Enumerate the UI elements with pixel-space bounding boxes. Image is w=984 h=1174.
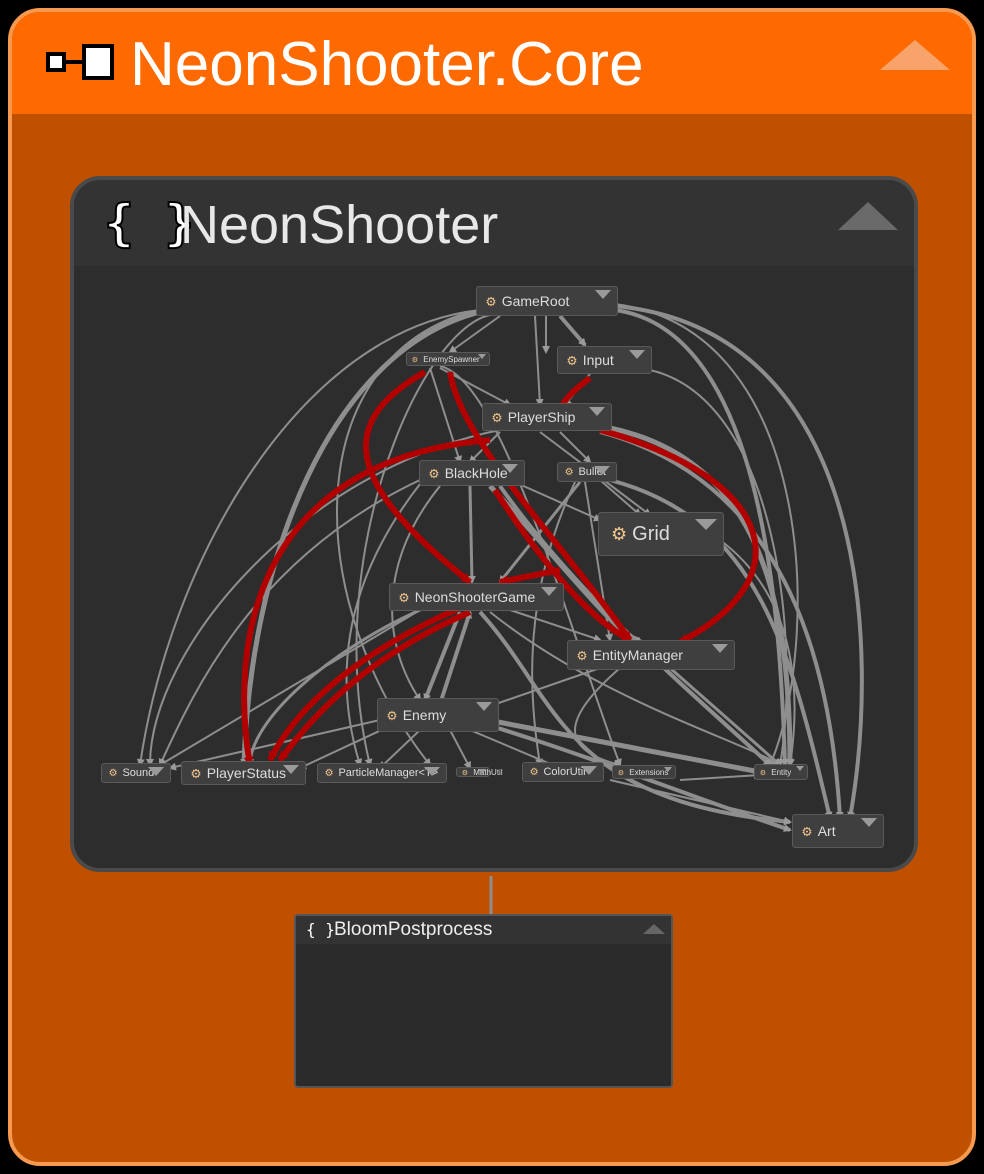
- class-node-label: PlayerShip: [507, 409, 576, 425]
- class-node-neonshootergame[interactable]: ⚙ NeonShooterGame: [389, 583, 564, 611]
- class-node-label: EnemySpawner: [423, 354, 480, 364]
- class-icon: ⚙: [491, 410, 503, 425]
- chevron-down-icon[interactable]: [594, 466, 610, 475]
- namespace-title: BloomPostprocess: [334, 919, 493, 940]
- class-node-label: BlackHole: [444, 465, 508, 481]
- class-icon: ⚙: [759, 767, 767, 777]
- class-node-grid[interactable]: ⚙ Grid: [598, 512, 724, 556]
- class-icon: ⚙: [801, 824, 813, 839]
- class-icon: ⚙: [411, 354, 419, 364]
- class-node-particlemanager[interactable]: ⚙ ParticleManager<T>: [317, 763, 447, 783]
- chevron-down-icon[interactable]: [629, 350, 645, 359]
- braces-icon: { }: [306, 920, 335, 939]
- class-node-enemy[interactable]: ⚙ Enemy: [377, 698, 499, 732]
- class-node-label: Enemy: [402, 707, 447, 723]
- chevron-down-icon[interactable]: [283, 765, 299, 774]
- class-node-colorutil[interactable]: ⚙ ColorUtil: [522, 762, 604, 782]
- chevron-down-icon[interactable]: [502, 464, 518, 473]
- class-icon: ⚙: [108, 767, 118, 779]
- class-node-label: GameRoot: [501, 293, 570, 309]
- class-node-label: Art: [817, 823, 836, 839]
- class-node-input[interactable]: ⚙ Input: [557, 346, 652, 374]
- class-node-label: NeonShooterGame: [414, 589, 536, 605]
- namespace-bloompostprocess: { } BloomPostprocess: [294, 914, 673, 1088]
- class-node-extensions[interactable]: ⚙ Extensions: [612, 765, 676, 779]
- class-node-playership[interactable]: ⚙ PlayerShip: [482, 403, 612, 431]
- class-icon: ⚙: [485, 294, 497, 309]
- class-node-blackhole[interactable]: ⚙ BlackHole: [419, 460, 525, 486]
- chevron-down-icon[interactable]: [861, 818, 877, 827]
- class-node-label: EntityManager: [592, 647, 683, 663]
- class-icon: ⚙: [576, 648, 588, 663]
- class-icon: ⚙: [564, 466, 574, 478]
- chevron-down-icon[interactable]: [478, 769, 486, 774]
- chevron-down-icon[interactable]: [148, 767, 164, 776]
- class-node-label: ColorUtil: [543, 766, 586, 778]
- class-node-art[interactable]: ⚙ Art: [792, 814, 884, 848]
- class-icon: ⚙: [324, 767, 334, 779]
- class-icon: ⚙: [461, 767, 469, 777]
- chevron-down-icon[interactable]: [796, 766, 804, 771]
- class-node-entitymanager[interactable]: ⚙ EntityManager: [567, 640, 735, 670]
- chevron-down-icon[interactable]: [664, 767, 672, 772]
- chevron-down-icon[interactable]: [589, 407, 605, 416]
- class-node-bullet[interactable]: ⚙ Bullet: [557, 462, 617, 482]
- class-node-label: Extensions: [629, 767, 669, 777]
- class-node-label: Input: [582, 352, 614, 368]
- class-icon: ⚙: [611, 523, 628, 544]
- class-node-entity[interactable]: ⚙ Entity: [754, 764, 808, 780]
- chevron-down-icon[interactable]: [595, 290, 611, 299]
- chevron-down-icon[interactable]: [581, 766, 597, 775]
- class-icon: ⚙: [428, 466, 440, 481]
- class-icon: ⚙: [617, 767, 625, 777]
- class-icon: ⚙: [566, 353, 578, 368]
- class-icon: ⚙: [529, 766, 539, 778]
- class-node-label: PlayerStatus: [206, 765, 287, 781]
- class-node-playerstatus[interactable]: ⚙ PlayerStatus: [181, 761, 306, 785]
- class-node-sound[interactable]: ⚙ Sound: [101, 763, 171, 783]
- chevron-down-icon[interactable]: [476, 702, 492, 711]
- class-node-label: Grid: [632, 522, 670, 545]
- class-node-enemyspawner[interactable]: ⚙ EnemySpawner: [406, 352, 490, 366]
- chevron-down-icon[interactable]: [424, 767, 440, 776]
- chevron-down-icon[interactable]: [478, 354, 486, 359]
- class-node-gameroot[interactable]: ⚙ GameRoot: [476, 286, 618, 316]
- chevron-down-icon[interactable]: [712, 644, 728, 653]
- class-icon: ⚙: [386, 708, 398, 723]
- class-node-label: Entity: [771, 767, 792, 777]
- namespace-header[interactable]: { } BloomPostprocess: [296, 916, 671, 944]
- chevron-down-icon[interactable]: [541, 587, 557, 596]
- chevron-down-icon[interactable]: [695, 519, 717, 530]
- class-icon: ⚙: [190, 766, 202, 781]
- collapse-triangle-icon[interactable]: [643, 924, 665, 934]
- class-node-mathutil[interactable]: ⚙ MathUtil: [456, 767, 503, 777]
- class-icon: ⚙: [398, 590, 410, 605]
